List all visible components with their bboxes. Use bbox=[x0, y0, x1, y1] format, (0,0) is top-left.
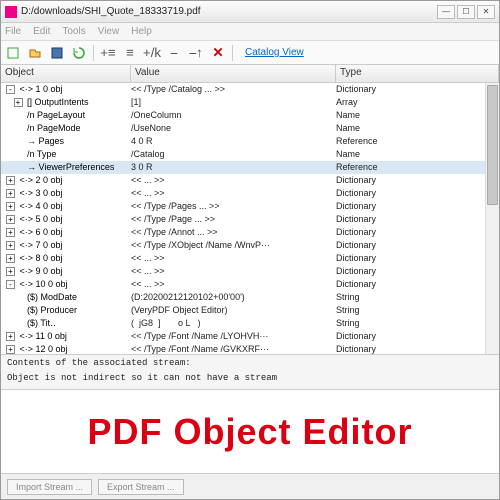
bottom-buttons: Import Stream ... Export Stream ... bbox=[1, 473, 499, 499]
tree-row[interactable]: + <·> 12 0 obj<< /Type /Font /Name /GVKX… bbox=[1, 343, 499, 355]
expand-icon[interactable]: + bbox=[6, 267, 15, 276]
tree-row[interactable]: /n Type/CatalogName bbox=[1, 148, 499, 161]
header-object[interactable]: Object bbox=[1, 65, 131, 82]
tree-row[interactable]: + <·> 5 0 obj<< /Type /Page ... >>Dictio… bbox=[1, 213, 499, 226]
tree-row[interactable]: /n PageLayout/OneColumnName bbox=[1, 109, 499, 122]
save-icon[interactable] bbox=[49, 45, 65, 61]
toolbar-sep bbox=[93, 45, 94, 61]
tree-row[interactable]: + <·> 11 0 obj<< /Type /Font /Name /LYOH… bbox=[1, 330, 499, 343]
app-icon bbox=[5, 6, 17, 18]
tree-row[interactable]: + <·> 8 0 obj<< ... >>Dictionary bbox=[1, 252, 499, 265]
menu-file[interactable]: File bbox=[5, 26, 21, 37]
expand-icon[interactable]: + bbox=[14, 98, 23, 107]
refresh-icon[interactable] bbox=[71, 45, 87, 61]
expand-icon[interactable]: + bbox=[6, 189, 15, 198]
add-child-icon[interactable]: ≡ bbox=[122, 45, 138, 61]
maximize-button[interactable]: ☐ bbox=[457, 5, 475, 19]
tree-row[interactable]: - <·> 1 0 obj<< /Type /Catalog ... >>Dic… bbox=[1, 83, 499, 96]
menu-help[interactable]: Help bbox=[131, 26, 152, 37]
export-stream-button[interactable]: Export Stream ... bbox=[98, 479, 184, 495]
tree-row[interactable]: → ViewerPreferences3 0 RReference bbox=[1, 161, 499, 174]
window-title: D:/downloads/SHI_Quote_18333719.pdf bbox=[21, 6, 437, 17]
expand-icon[interactable]: + bbox=[6, 228, 15, 237]
expand-icon[interactable]: + bbox=[6, 254, 15, 263]
overlay-title: PDF Object Editor bbox=[87, 411, 412, 453]
add-key-icon[interactable]: +/k bbox=[144, 45, 160, 61]
tree-row[interactable]: → Pages4 0 RReference bbox=[1, 135, 499, 148]
tree-row[interactable]: + <·> 3 0 obj<< ... >>Dictionary bbox=[1, 187, 499, 200]
tree-row[interactable]: - <·> 10 0 obj<< ... >>Dictionary bbox=[1, 278, 499, 291]
menu-edit[interactable]: Edit bbox=[33, 26, 50, 37]
minimize-button[interactable]: — bbox=[437, 5, 455, 19]
expand-icon[interactable]: + bbox=[6, 202, 15, 211]
tree-row[interactable]: + [] OutputIntents[1]Array bbox=[1, 96, 499, 109]
expand-icon[interactable]: + bbox=[6, 176, 15, 185]
expand-icon[interactable]: - bbox=[6, 85, 15, 94]
menubar: File Edit Tools View Help bbox=[1, 23, 499, 41]
vertical-scrollbar[interactable] bbox=[485, 83, 499, 354]
header-value[interactable]: Value bbox=[131, 65, 336, 82]
new-icon[interactable] bbox=[5, 45, 21, 61]
menu-tools[interactable]: Tools bbox=[62, 26, 85, 37]
tree-row[interactable]: ($) Producer(VeryPDF Object Editor)Strin… bbox=[1, 304, 499, 317]
tree-row[interactable]: + <·> 6 0 obj<< /Type /Annot ... >>Dicti… bbox=[1, 226, 499, 239]
object-tree[interactable]: - <·> 1 0 obj<< /Type /Catalog ... >>Dic… bbox=[1, 83, 499, 355]
toolbar: +≡ ≡ +/k ⎯ ⎯↑ ✕ Catalog View bbox=[1, 41, 499, 65]
add-sibling-icon[interactable]: +≡ bbox=[100, 45, 116, 61]
import-stream-button[interactable]: Import Stream ... bbox=[7, 479, 92, 495]
titlebar: D:/downloads/SHI_Quote_18333719.pdf — ☐ … bbox=[1, 1, 499, 23]
open-icon[interactable] bbox=[27, 45, 43, 61]
menu-view[interactable]: View bbox=[98, 26, 120, 37]
header-type[interactable]: Type bbox=[336, 65, 499, 82]
stream-content-area: PDF Object Editor bbox=[1, 390, 499, 473]
tree-row[interactable]: ($) ModDate(D:20200212120102+00'00')Stri… bbox=[1, 291, 499, 304]
close-button[interactable]: ✕ bbox=[477, 5, 495, 19]
tree-row[interactable]: + <·> 4 0 obj<< /Type /Pages ... >>Dicti… bbox=[1, 200, 499, 213]
tree-row[interactable]: /n PageMode/UseNoneName bbox=[1, 122, 499, 135]
catalog-view-link[interactable]: Catalog View bbox=[245, 47, 304, 58]
insert-icon[interactable]: ⎯ bbox=[166, 45, 182, 61]
tree-row[interactable]: + <·> 2 0 obj<< ... >>Dictionary bbox=[1, 174, 499, 187]
expand-icon[interactable]: + bbox=[6, 345, 15, 354]
expand-icon[interactable]: + bbox=[6, 332, 15, 341]
expand-icon[interactable]: + bbox=[6, 215, 15, 224]
app-window: D:/downloads/SHI_Quote_18333719.pdf — ☐ … bbox=[0, 0, 500, 500]
tree-header: Object Value Type bbox=[1, 65, 499, 83]
move-up-icon[interactable]: ⎯↑ bbox=[188, 45, 204, 61]
stream-label: Contents of the associated stream: bbox=[1, 355, 499, 371]
expand-icon[interactable]: + bbox=[6, 241, 15, 250]
window-controls: — ☐ ✕ bbox=[437, 5, 495, 19]
tree-row[interactable]: + <·> 9 0 obj<< ... >>Dictionary bbox=[1, 265, 499, 278]
scrollbar-thumb[interactable] bbox=[487, 85, 498, 205]
tree-row[interactable]: + <·> 7 0 obj<< /Type /XObject /Name /Wn… bbox=[1, 239, 499, 252]
toolbar-sep2 bbox=[232, 45, 233, 61]
tree-row[interactable]: ($) Tit‥( jG8 ] o L )String bbox=[1, 317, 499, 330]
stream-message: Object is not indirect so it can not hav… bbox=[1, 371, 499, 390]
expand-icon[interactable]: - bbox=[6, 280, 15, 289]
delete-icon[interactable]: ✕ bbox=[210, 45, 226, 61]
